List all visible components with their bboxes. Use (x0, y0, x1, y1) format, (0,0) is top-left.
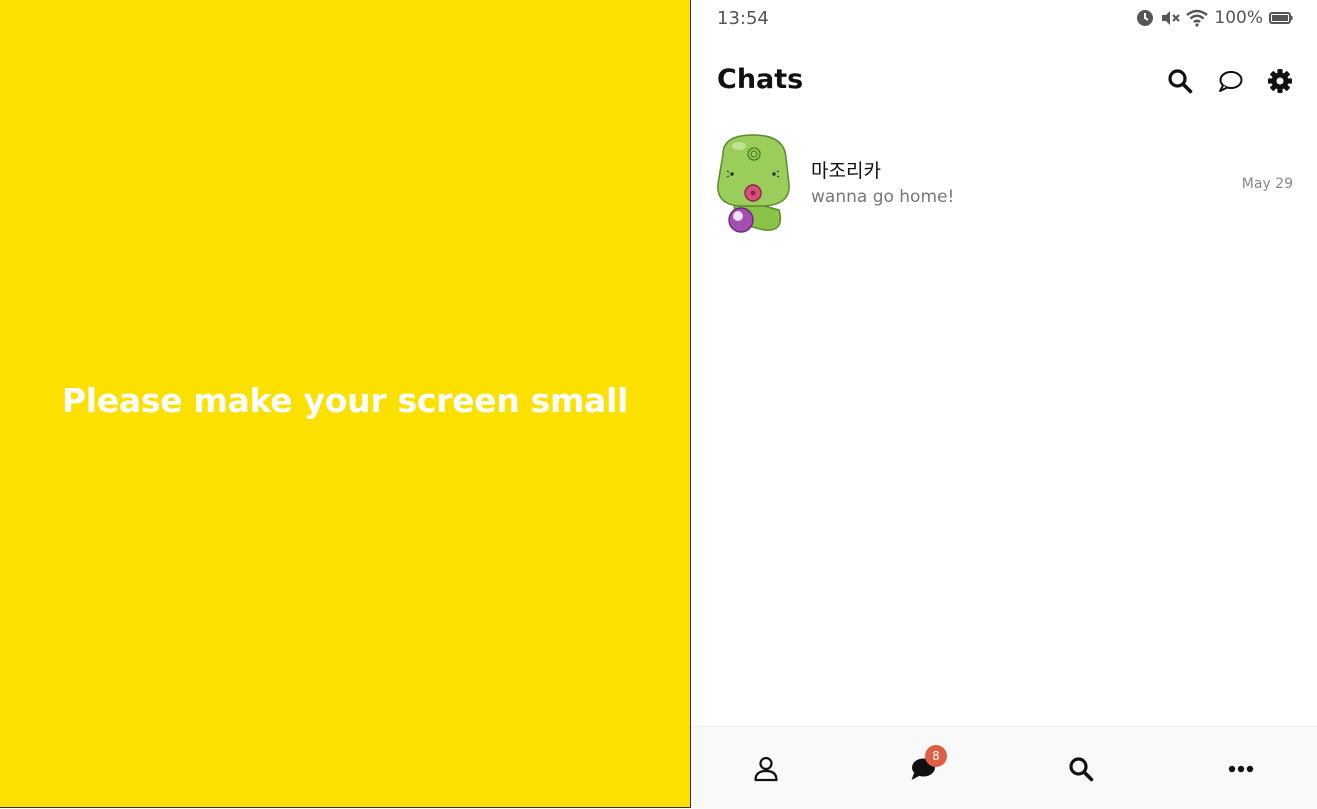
page-title: Chats (717, 64, 804, 95)
chats-header: Chats (691, 56, 1317, 106)
search-icon (1069, 757, 1094, 782)
battery-icon (1269, 12, 1293, 24)
status-icons: 100% (1136, 8, 1293, 28)
wifi-icon (1186, 9, 1209, 27)
avatar (717, 134, 790, 233)
gear-icon[interactable] (1267, 68, 1293, 94)
chat-list-item[interactable]: 마조리카 wanna go home! May 29 (715, 132, 1293, 236)
unsupported-screen-panel: Please make your screen small (0, 0, 691, 808)
more-icon (1228, 765, 1254, 773)
mute-icon (1162, 11, 1181, 25)
tab-friends[interactable] (746, 749, 786, 789)
status-time: 13:54 (717, 8, 769, 29)
tab-chats[interactable]: 8 (903, 745, 947, 789)
chat-bubble-icon[interactable] (1217, 68, 1243, 94)
search-icon[interactable] (1167, 68, 1193, 94)
unread-badge: 8 (925, 745, 947, 767)
alarm-icon (1137, 10, 1154, 26)
screen-size-message: Please make your screen small (61, 381, 629, 420)
person-icon (754, 756, 778, 782)
phone-frame: 13:54 100% Chats 마조리카 wanna go home! May… (691, 0, 1317, 809)
tab-more[interactable] (1221, 749, 1261, 789)
status-bar: 13:54 100% (691, 0, 1317, 38)
header-actions (1167, 68, 1293, 94)
chat-date: May 29 (1241, 176, 1293, 192)
chat-preview: wanna go home! (811, 187, 955, 207)
battery-percent: 100% (1214, 8, 1263, 28)
chat-name: 마조리카 (811, 160, 881, 182)
tab-search[interactable] (1061, 749, 1101, 789)
bottom-tab-bar: 8 (691, 726, 1317, 809)
